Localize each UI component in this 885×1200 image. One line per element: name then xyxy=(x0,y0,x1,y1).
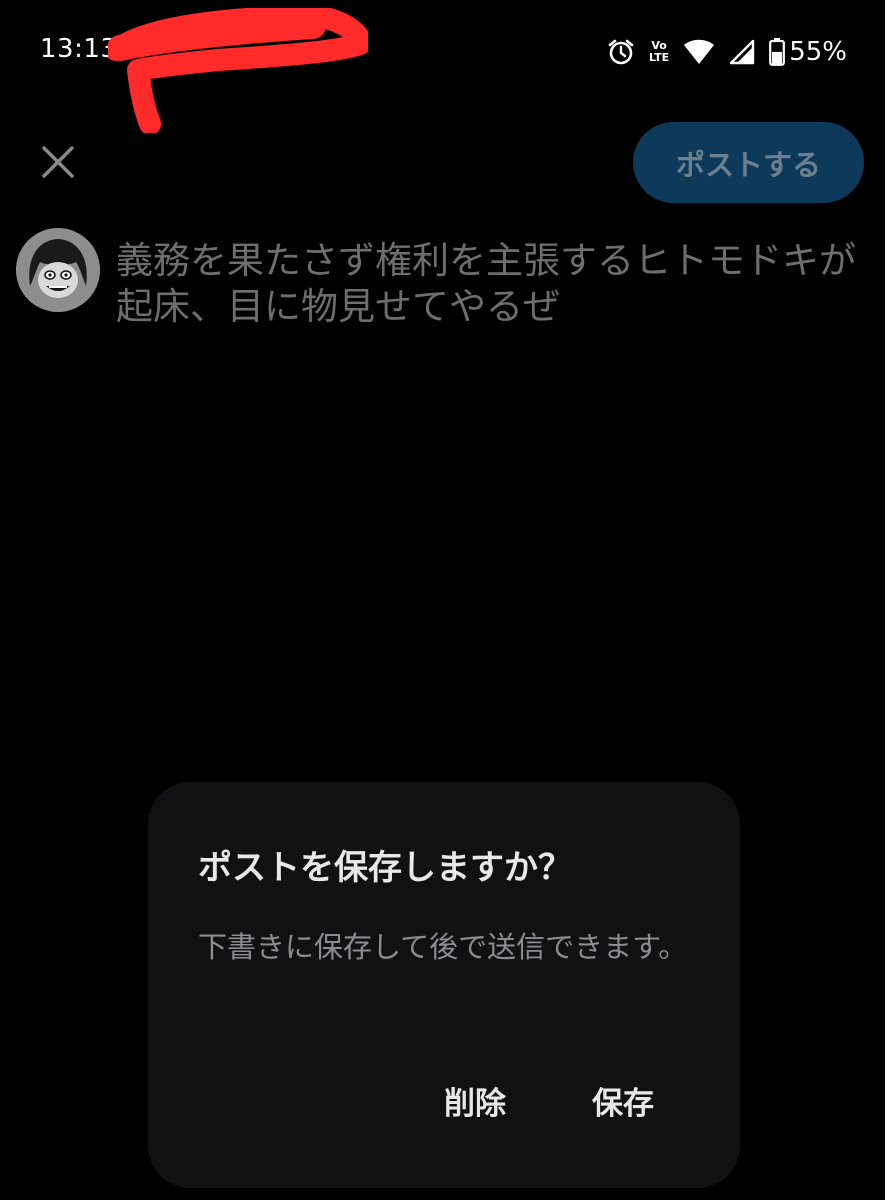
close-button[interactable] xyxy=(34,138,82,186)
close-icon xyxy=(42,146,74,178)
battery-indicator: 55% xyxy=(769,37,847,67)
avatar-face-icon xyxy=(16,228,100,312)
avatar[interactable] xyxy=(16,228,100,312)
post-button[interactable]: ポストする xyxy=(633,122,864,203)
battery-icon xyxy=(769,38,786,66)
dialog-message: 下書きに保存して後で送信できます。 xyxy=(198,930,688,964)
save-button[interactable]: 保存 xyxy=(592,1078,654,1123)
volte-indicator: Vo LTE xyxy=(649,40,669,64)
dialog-title: ポストを保存しますか？ xyxy=(198,848,572,888)
battery-percent: 55% xyxy=(789,37,847,67)
volte-bottom-label: LTE xyxy=(648,51,670,64)
signal-icon xyxy=(730,39,755,65)
status-time: 13:13 xyxy=(40,34,118,64)
alarm-icon xyxy=(608,39,634,65)
status-bar: 13:13 Vo LTE 55% xyxy=(0,0,885,133)
status-icons: Vo LTE 55% xyxy=(607,32,847,72)
redaction-scribble xyxy=(108,8,368,133)
compose-screen: 13:13 Vo LTE 55% ポストする 義務を果たさず権利を主張するヒトモ… xyxy=(0,0,885,1200)
save-draft-dialog: ポストを保存しますか？ 下書きに保存して後で送信できます。 削除 保存 xyxy=(148,782,740,1188)
draft-text-input[interactable]: 義務を果たさず権利を主張するヒトモドキが起床、目に物見せてやるぜ xyxy=(116,238,866,330)
delete-button[interactable]: 削除 xyxy=(444,1078,506,1123)
wifi-icon xyxy=(684,39,715,64)
